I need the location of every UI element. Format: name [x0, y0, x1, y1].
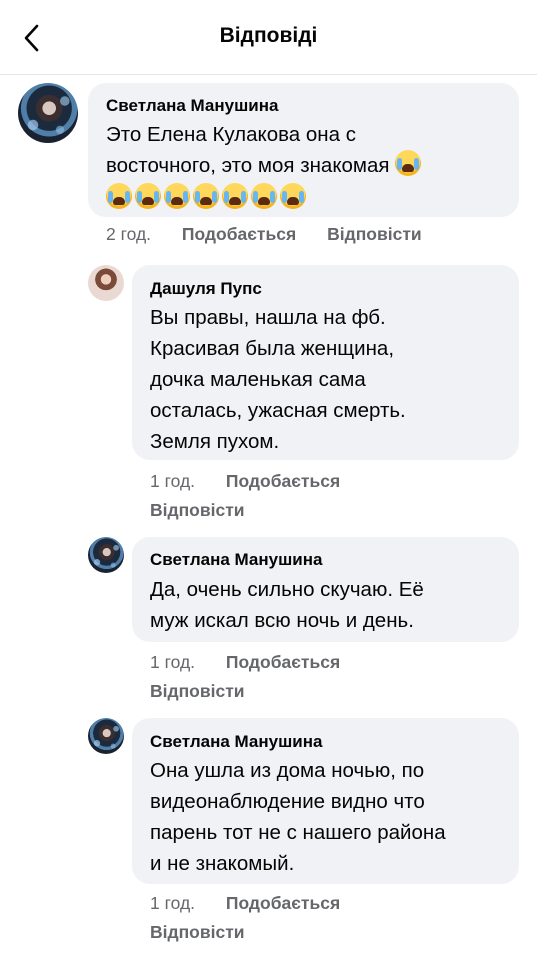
comment-line: парень тот не с нашего района [150, 821, 446, 844]
comment-author[interactable]: Светлана Манушина [150, 550, 322, 570]
reply-button[interactable]: Відповісти [150, 918, 340, 947]
avatar[interactable] [88, 265, 124, 301]
comment-meta: 2 год. Подобається Відповісти [106, 224, 422, 245]
comment-line: дочка маленькая сама [150, 368, 366, 391]
comment-author[interactable]: Дашуля Пупс [150, 279, 262, 299]
comment-author[interactable]: Светлана Манушина [150, 732, 322, 752]
reply-button[interactable]: Відповісти [150, 677, 340, 706]
crying-face-emoji [164, 183, 190, 209]
comment-line: Красивая была женщина, [150, 337, 395, 360]
crying-face-emoji [106, 183, 132, 209]
page-title: Відповіді [219, 24, 318, 47]
crying-face-emoji [222, 183, 248, 209]
like-button[interactable]: Подобається [226, 652, 340, 672]
comment-line: Вы правы, нашла на фб. [150, 306, 386, 329]
top-bar: Відповіді [0, 0, 537, 75]
comment-line: восточного, это моя знакомая [106, 154, 390, 177]
comment-time: 1 год. [150, 652, 196, 672]
comment-meta: 1 год. Подобається Відповісти [150, 467, 340, 525]
crying-face-emoji [135, 183, 161, 209]
like-button[interactable]: Подобається [226, 893, 340, 913]
avatar[interactable] [88, 537, 124, 573]
comment-line: Да, очень сильно скучаю. Её [150, 578, 424, 601]
comment-line: Это Елена Кулакова она с [106, 123, 356, 146]
like-button[interactable]: Подобається [182, 224, 296, 244]
comment-line: видеонаблюдение видно что [150, 790, 425, 813]
comment-line: муж искал всю ночь и день. [150, 609, 414, 632]
crying-face-emoji [395, 150, 422, 176]
comment-line: и не знакомый. [150, 852, 295, 875]
comment-time: 2 год. [106, 224, 152, 244]
crying-face-emoji [280, 183, 306, 209]
avatar[interactable] [88, 718, 124, 754]
comment-line: осталась, ужасная смерть. [150, 399, 406, 422]
comment-text: Вы правы, нашла на фб. Красивая была жен… [150, 302, 406, 457]
comment-text: Это Елена Кулакова она с восточного, это… [106, 119, 424, 214]
like-button[interactable]: Подобається [226, 471, 340, 491]
crying-face-emoji [251, 183, 277, 209]
comment-meta: 1 год. Подобається Відповісти [150, 648, 340, 706]
comment-time: 1 год. [150, 471, 196, 491]
reply-button[interactable]: Відповісти [327, 224, 422, 244]
comment-meta: 1 год. Подобається Відповісти [150, 889, 340, 947]
comment-time: 1 год. [150, 893, 196, 913]
comment-line: Земля пухом. [150, 430, 280, 453]
avatar[interactable] [18, 83, 78, 143]
crying-face-emoji [193, 183, 219, 209]
emoji-row [106, 181, 424, 214]
reply-button[interactable]: Відповісти [150, 496, 340, 525]
comment-author[interactable]: Светлана Манушина [106, 96, 278, 116]
comment-text: Она ушла из дома ночью, по видеонаблюден… [150, 755, 446, 879]
comment-line: Она ушла из дома ночью, по [150, 759, 425, 782]
comment-text: Да, очень сильно скучаю. Её муж искал вс… [150, 574, 424, 636]
